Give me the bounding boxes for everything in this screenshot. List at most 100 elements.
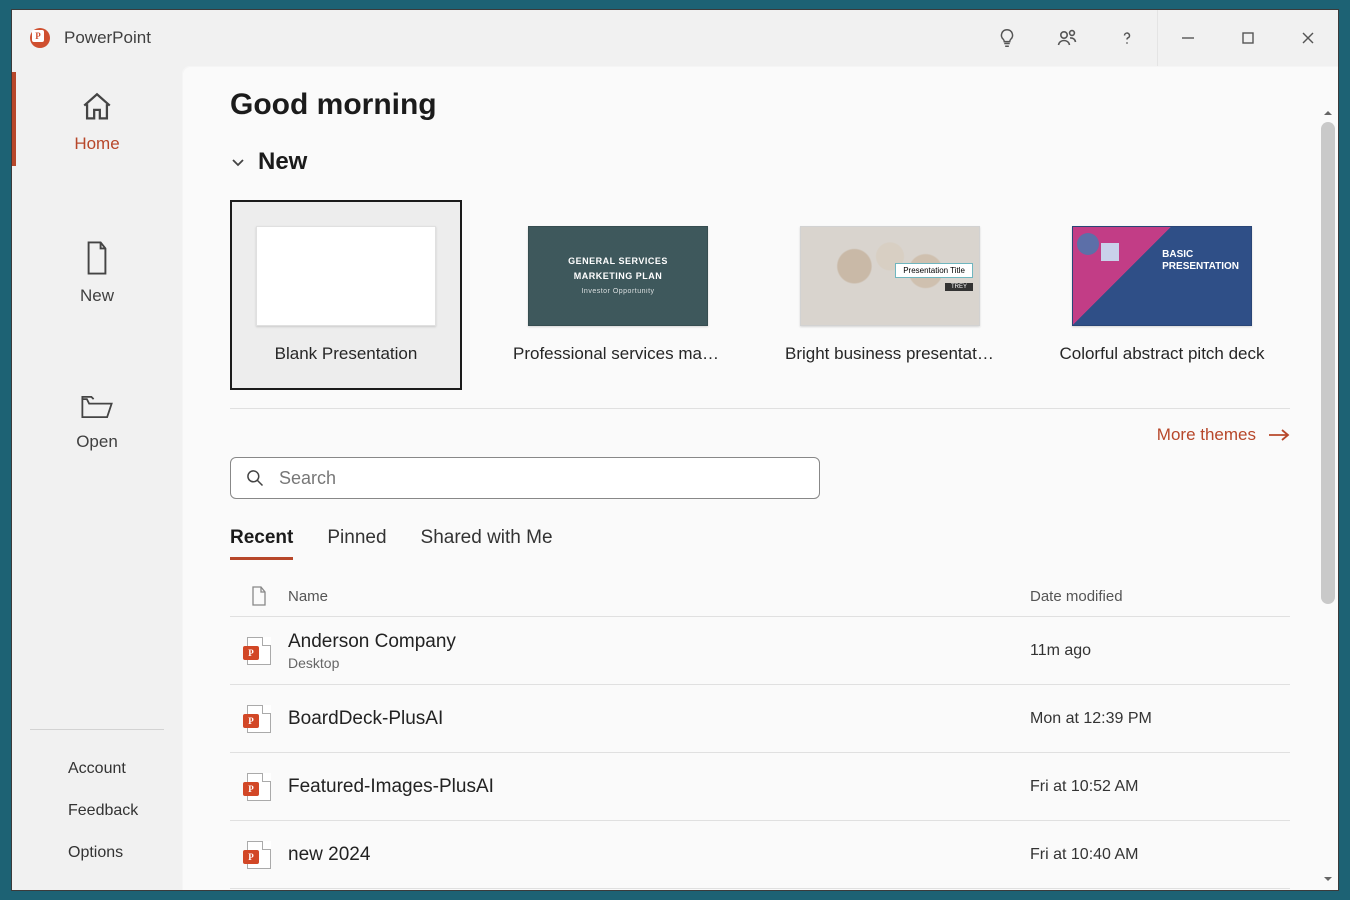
file-icon: P [230, 841, 288, 869]
arrow-right-icon [1268, 427, 1290, 443]
file-row[interactable]: PAnderson Company Desktop11m ago [230, 617, 1290, 685]
search-input[interactable] [279, 468, 819, 489]
people-icon [1055, 26, 1079, 50]
template-marketing[interactable]: GENERAL SERVICES MARKETING PLAN Investor… [502, 200, 734, 390]
tab-recent[interactable]: Recent [230, 527, 293, 560]
scrollbar-thumb[interactable] [1321, 122, 1335, 604]
file-icon: P [230, 637, 288, 665]
sidebar-item-label: Open [76, 432, 118, 452]
template-blank[interactable]: Blank Presentation [230, 200, 462, 390]
thumb-tag: Presentation Title [895, 263, 973, 278]
close-button[interactable] [1278, 10, 1338, 66]
document-icon [251, 586, 267, 606]
sidebar-link-feedback[interactable]: Feedback [12, 790, 182, 832]
chevron-down-icon [230, 154, 246, 170]
file-row[interactable]: Pnew 2024Fri at 10:40 AM [230, 821, 1290, 889]
template-label: Professional services marke… [513, 344, 723, 364]
sidebar: Home New Open Account Feedback Options [12, 66, 182, 890]
sidebar-item-label: New [80, 286, 114, 306]
ideas-button[interactable] [977, 10, 1037, 66]
maximize-icon [1241, 31, 1255, 45]
template-bright[interactable]: Presentation Title TREY Bright business … [774, 200, 1006, 390]
file-date: Fri at 10:52 AM [1030, 778, 1290, 796]
file-row[interactable]: PBoardDeck-PlusAIMon at 12:39 PM [230, 685, 1290, 753]
tab-pinned[interactable]: Pinned [327, 527, 386, 560]
main-content: Good morning New Blank Presentation GENE… [182, 66, 1338, 890]
lightbulb-icon [996, 27, 1018, 49]
share-button[interactable] [1037, 10, 1097, 66]
file-name: Anderson Company [288, 631, 1030, 653]
tab-shared[interactable]: Shared with Me [421, 527, 553, 560]
sidebar-item-open[interactable]: Open [12, 368, 182, 470]
file-name: Featured-Images-PlusAI [288, 776, 1030, 798]
file-name-cell: new 2024 [288, 844, 1030, 866]
search-icon [231, 468, 279, 488]
file-name: BoardDeck-PlusAI [288, 708, 1030, 730]
sidebar-divider [30, 729, 164, 730]
file-date: Mon at 12:39 PM [1030, 710, 1290, 728]
template-label: Blank Presentation [275, 344, 418, 364]
thumb-text-line: BASIC [1162, 249, 1193, 260]
thumb-text-line: PRESENTATION [1162, 261, 1239, 272]
question-icon [1117, 28, 1137, 48]
templates-row: Blank Presentation GENERAL SERVICES MARK… [230, 200, 1290, 409]
close-icon [1300, 30, 1316, 46]
sidebar-item-new[interactable]: New [12, 216, 182, 324]
thumb-subtext: Investor Opportunity [581, 287, 654, 296]
minimize-button[interactable] [1158, 10, 1218, 66]
file-row[interactable]: PFeatured-Images-PlusAIFri at 10:52 AM [230, 753, 1290, 821]
file-name: new 2024 [288, 844, 1030, 866]
scroll-up-button[interactable] [1321, 106, 1335, 120]
template-thumb: Presentation Title TREY [800, 226, 980, 326]
file-date: 11m ago [1030, 642, 1290, 660]
sidebar-link-account[interactable]: Account [12, 748, 182, 790]
template-thumb: GENERAL SERVICES MARKETING PLAN Investor… [528, 226, 708, 326]
scroll-down-button[interactable] [1321, 872, 1335, 886]
header-date[interactable]: Date modified [1030, 588, 1290, 605]
file-name-cell: BoardDeck-PlusAI [288, 708, 1030, 730]
maximize-button[interactable] [1218, 10, 1278, 66]
template-thumb: BASIC PRESENTATION [1072, 226, 1252, 326]
titlebar: PowerPoint [12, 10, 1338, 66]
file-list-header: Name Date modified [230, 578, 1290, 617]
sidebar-item-home[interactable]: Home [12, 66, 182, 172]
home-icon [80, 90, 114, 124]
thumb-text: GENERAL SERVICES [568, 256, 668, 268]
thumb-text: MARKETING PLAN [574, 271, 663, 283]
template-thumb [256, 226, 436, 326]
file-location: Desktop [288, 655, 1030, 671]
file-name-cell: Anderson Company Desktop [288, 631, 1030, 671]
thumb-text: BASIC PRESENTATION [1162, 249, 1239, 273]
minimize-icon [1180, 30, 1196, 46]
app-brand: PowerPoint [12, 28, 151, 48]
thumb-art [1077, 233, 1127, 283]
more-themes-link[interactable]: More themes [230, 409, 1290, 453]
section-title: New [258, 148, 307, 176]
file-tabs: Recent Pinned Shared with Me [230, 527, 1290, 560]
new-section-header[interactable]: New [230, 148, 1290, 176]
app-name: PowerPoint [64, 28, 151, 48]
file-list: Name Date modified PAnderson CompanyDesk… [230, 578, 1290, 889]
header-name[interactable]: Name [288, 588, 1030, 605]
more-themes-label: More themes [1157, 425, 1256, 445]
thumb-brand: TREY [945, 283, 973, 291]
template-label: Colorful abstract pitch deck [1059, 344, 1264, 364]
app-window: PowerPoint [11, 9, 1339, 891]
file-icon: P [230, 705, 288, 733]
folder-open-icon [79, 392, 115, 422]
sidebar-bottom: Account Feedback Options [12, 729, 182, 874]
template-abstract[interactable]: BASIC PRESENTATION Colorful abstract pit… [1046, 200, 1278, 390]
header-icon-column [230, 586, 288, 606]
page-title: Good morning [230, 88, 1290, 122]
help-button[interactable] [1097, 10, 1157, 66]
main-pane: Good morning New Blank Presentation GENE… [182, 66, 1338, 890]
file-name-cell: Featured-Images-PlusAI [288, 776, 1030, 798]
sidebar-link-options[interactable]: Options [12, 832, 182, 874]
powerpoint-app-icon [30, 28, 50, 48]
file-icon: P [230, 773, 288, 801]
search-box[interactable] [230, 457, 820, 499]
sidebar-item-label: Home [74, 134, 119, 154]
window-caption-buttons [977, 10, 1338, 66]
document-icon [82, 240, 112, 276]
template-label: Bright business presentation [785, 344, 995, 364]
